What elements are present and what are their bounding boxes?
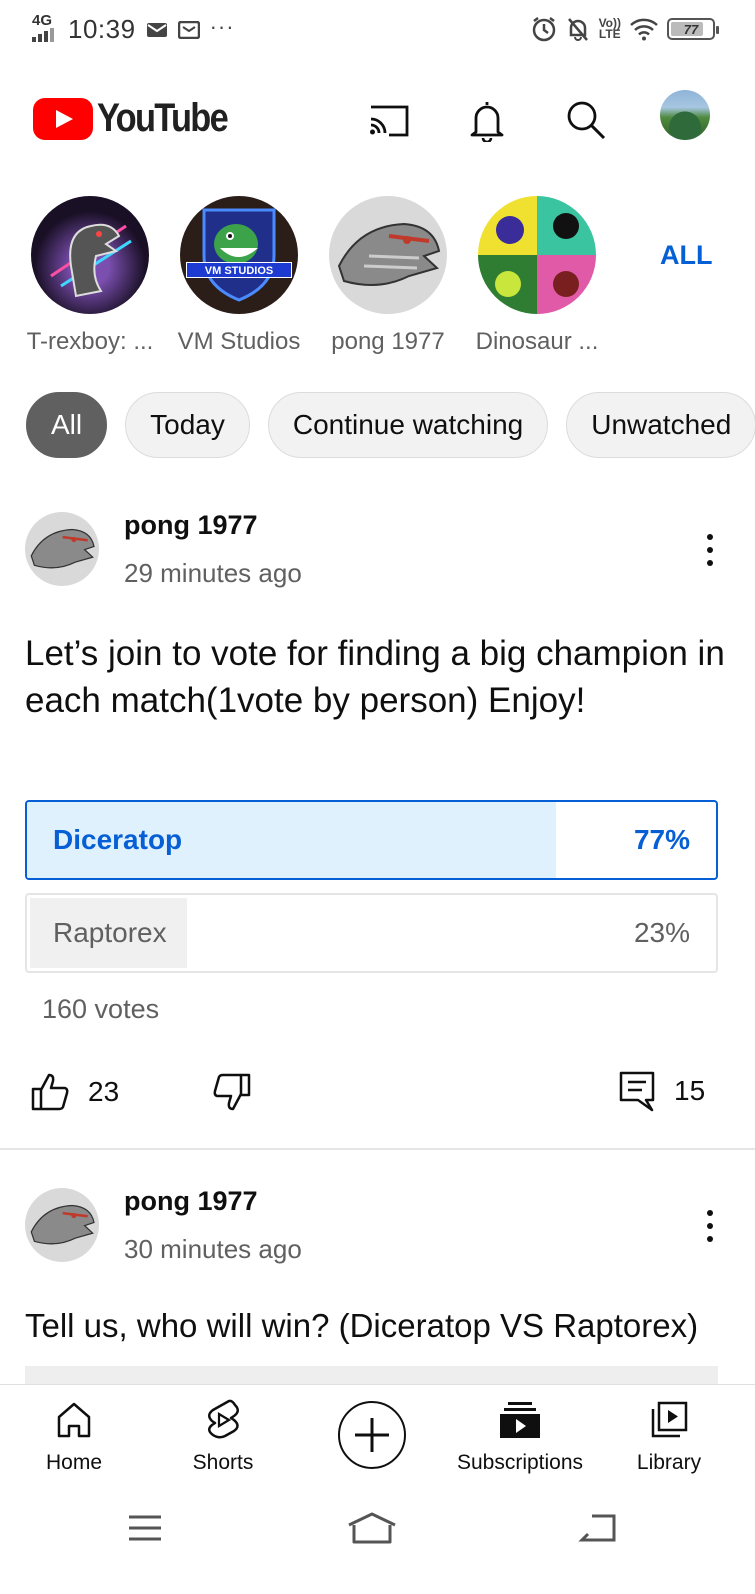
poll-option-percent: 77% [633, 824, 690, 855]
search-icon [567, 101, 606, 140]
wifi-icon [630, 18, 658, 41]
nav-label: Shorts [192, 1451, 254, 1474]
youtube-wordmark: YouTube [97, 96, 229, 140]
subscribed-channels-row: T-rexboy: ... VM STUDIOS VM Studios pong… [0, 196, 755, 366]
home-icon [57, 1402, 91, 1438]
home-outline-icon [348, 1512, 396, 1544]
chip-today[interactable]: Today [125, 392, 250, 458]
post-menu-button[interactable] [696, 1206, 724, 1246]
channel-item-trexboy[interactable]: T-rexboy: ... [15, 196, 165, 356]
cast-button[interactable] [362, 94, 414, 146]
chip-unwatched[interactable]: Unwatched [566, 392, 755, 458]
poll-option-diceratop[interactable]: Diceratop 77% [25, 800, 718, 880]
post-divider [0, 1148, 755, 1150]
post-text: Tell us, who will win? (Diceratop VS Rap… [25, 1307, 699, 1344]
menu-icon [129, 1515, 161, 1541]
filter-chips: All Today Continue watching Unwatched [26, 392, 755, 458]
comment-count: 15 [674, 1075, 706, 1106]
nav-library[interactable]: Library [599, 1397, 739, 1475]
post-timestamp: 29 minutes ago [124, 558, 302, 588]
all-channels-link[interactable]: ALL [660, 240, 712, 271]
channel-item-dinosaur[interactable]: Dinosaur ... [462, 196, 612, 356]
search-button[interactable] [560, 94, 612, 146]
account-avatar[interactable] [660, 90, 710, 140]
nav-subscriptions[interactable]: Subscriptions [450, 1397, 590, 1475]
chip-continue-watching[interactable]: Continue watching [267, 392, 549, 458]
thumbs-down-icon [213, 1073, 251, 1111]
app-header: YouTube [0, 80, 755, 160]
back-icon [578, 1514, 616, 1542]
nav-label: Library [636, 1451, 702, 1474]
signal-4g-icon: 4G [32, 12, 58, 45]
post-text: Let’s join to vote for finding a big cha… [25, 634, 725, 720]
volte-icon: Vo)) LTE [598, 17, 621, 41]
poll-option-raptorex[interactable]: Raptorex 23% [25, 893, 718, 973]
post-author-name[interactable]: pong 1977 [124, 510, 258, 541]
subscriptions-icon [500, 1402, 540, 1438]
notifications-off-icon [567, 18, 588, 41]
channel-name: VM Studios [177, 328, 301, 355]
channel-avatar [31, 196, 149, 314]
channel-item-pong-1977[interactable]: pong 1977 [313, 196, 463, 356]
notifications-button[interactable] [461, 94, 513, 146]
nav-home[interactable]: Home [4, 1397, 144, 1475]
chip-all[interactable]: All [26, 392, 108, 458]
post-author-name[interactable]: pong 1977 [124, 1186, 258, 1217]
alarm-icon [532, 17, 555, 42]
cast-icon [370, 105, 409, 137]
post-timestamp: 30 minutes ago [124, 1234, 302, 1264]
lte-label: LTE [598, 27, 621, 41]
shorts-icon [208, 1399, 239, 1439]
channel-item-vm-studios[interactable]: VM STUDIOS VM Studios [164, 196, 314, 356]
poll-option-label: Diceratop [53, 824, 183, 855]
plus-icon [355, 1418, 389, 1452]
comment-icon [619, 1071, 655, 1112]
create-button[interactable] [338, 1401, 406, 1469]
thumbs-up-icon [31, 1073, 69, 1111]
youtube-logo[interactable]: YouTube [33, 96, 248, 141]
channel-avatar [329, 196, 447, 314]
bottom-navigation: Home Shorts Subscriptions Library [0, 1384, 755, 1490]
bell-icon [470, 102, 504, 142]
more-notifications-icon: ··· [209, 13, 235, 39]
mail-icon [146, 22, 167, 37]
channel-name: Dinosaur ... [475, 328, 599, 355]
battery-icon: 77 [667, 18, 719, 40]
like-button[interactable]: 23 [30, 1072, 119, 1112]
status-bar: 4G 10:39 ··· Vo)) LTE 77 [0, 0, 755, 68]
post-author-avatar[interactable] [25, 1188, 99, 1262]
comments-button[interactable]: 15 [618, 1070, 705, 1112]
clock: 10:39 [68, 14, 136, 44]
channel-name: pong 1977 [331, 328, 445, 355]
vm-studios-badge: VM STUDIOS [186, 262, 292, 278]
poll-option-percent: 23% [633, 917, 690, 948]
channel-avatar: VM STUDIOS [180, 196, 298, 314]
channel-name: T-rexboy: ... [26, 328, 154, 355]
post-menu-button[interactable] [696, 530, 724, 570]
poll-option-label: Raptorex [53, 917, 167, 948]
network-type: 4G [32, 12, 53, 29]
post-author-avatar[interactable] [25, 512, 99, 586]
like-count: 23 [88, 1076, 120, 1107]
youtube-play-icon [33, 97, 93, 140]
system-navigation-bar [0, 1490, 755, 1594]
system-home-button[interactable] [342, 1508, 402, 1548]
system-back-button[interactable] [568, 1508, 628, 1548]
battery-level: 77 [683, 21, 699, 37]
channel-avatar [478, 196, 596, 314]
poll-option[interactable] [25, 1366, 718, 1386]
nav-label: Home [45, 1451, 103, 1474]
nav-shorts[interactable]: Shorts [153, 1397, 293, 1475]
nav-label: Subscriptions [456, 1451, 584, 1474]
poll-vote-count: 160 votes [42, 994, 160, 1024]
dislike-button[interactable] [212, 1072, 252, 1112]
message-icon [177, 20, 200, 39]
library-icon [651, 1401, 688, 1438]
system-menu-button[interactable] [115, 1508, 175, 1548]
